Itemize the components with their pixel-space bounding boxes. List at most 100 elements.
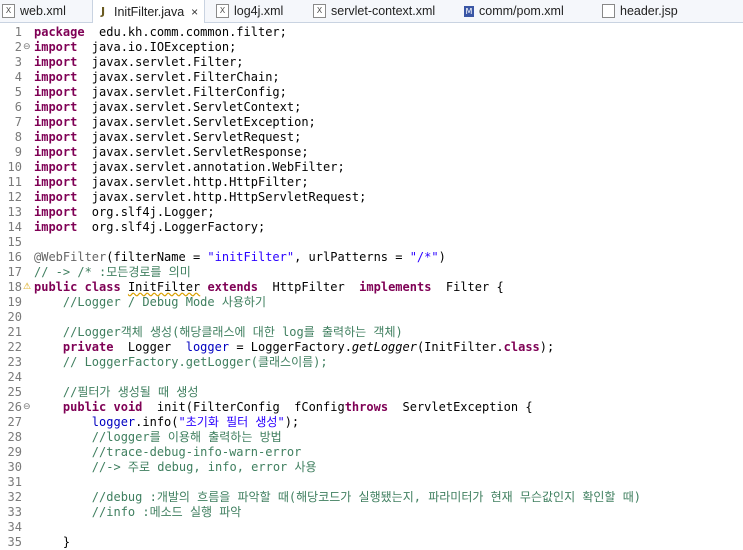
code-text: @WebFilter(filterName = "initFilter", ur… bbox=[34, 250, 446, 265]
code-editor[interactable]: 1 package edu.kh.comm.common.filter; 2 ⊖ imp… bbox=[0, 23, 743, 550]
code-token: import bbox=[34, 115, 78, 129]
code-line[interactable]: 26 ⊖ public void init(FilterConfig fConfi… bbox=[0, 400, 743, 415]
code-line[interactable]: 3 import javax.servlet.Filter; bbox=[0, 55, 743, 70]
maven-pom-icon: M bbox=[464, 5, 474, 17]
tab-label: comm/pom.xml bbox=[479, 4, 564, 18]
code-line[interactable]: 15 bbox=[0, 235, 743, 250]
code-text: import javax.servlet.FilterChain; bbox=[34, 70, 280, 85]
code-line[interactable]: 1 package edu.kh.comm.common.filter; bbox=[0, 25, 743, 40]
line-number: 14 bbox=[7, 220, 22, 234]
code-line[interactable]: 31 bbox=[0, 475, 743, 490]
code-token: "/*" bbox=[409, 250, 439, 264]
code-line[interactable]: 4 import javax.servlet.FilterChain; bbox=[0, 70, 743, 85]
tab-initfilter-java[interactable]: J InitFilter.java × bbox=[92, 0, 206, 23]
code-token: HttpFilter bbox=[258, 280, 360, 294]
fold-collapse-icon[interactable]: ⊖ bbox=[23, 400, 32, 415]
code-line[interactable]: 12 import javax.servlet.http.HttpServletR… bbox=[0, 190, 743, 205]
code-line[interactable]: 30 //-> 주로 debug, info, error 사용 bbox=[0, 460, 743, 475]
code-text: import javax.servlet.ServletResponse; bbox=[34, 145, 309, 160]
code-line[interactable]: 27 logger.info("초기화 필터 생성"); bbox=[0, 415, 743, 430]
code-text: import java.io.IOException; bbox=[34, 40, 236, 55]
code-text: private Logger logger = LoggerFactory.ge… bbox=[34, 340, 554, 355]
code-line[interactable]: 20 bbox=[0, 310, 743, 325]
line-number: 32 bbox=[7, 490, 22, 504]
code-line[interactable]: 6 import javax.servlet.ServletContext; bbox=[0, 100, 743, 115]
code-line[interactable]: 14 import org.slf4j.LoggerFactory; bbox=[0, 220, 743, 235]
code-token: import bbox=[34, 175, 78, 189]
code-token: package bbox=[34, 25, 85, 39]
fold-collapse-icon[interactable]: ⊖ bbox=[23, 40, 32, 55]
line-number: 29 bbox=[7, 445, 22, 459]
code-line[interactable]: 29 //trace-debug-info-warn-error bbox=[0, 445, 743, 460]
code-text: // -> /* :모든경로를 의미 bbox=[34, 265, 191, 280]
code-line[interactable]: 18 ⚠ public class InitFilter extends HttpF… bbox=[0, 280, 743, 295]
line-number: 33 bbox=[7, 505, 22, 519]
line-number: 5 bbox=[14, 85, 22, 99]
code-text: logger.info("초기화 필터 생성"); bbox=[34, 415, 299, 430]
line-number: 35 bbox=[7, 535, 22, 549]
code-line[interactable]: 19 //Logger / Debug Mode 사용하기 bbox=[0, 295, 743, 310]
tab-log4j-xml[interactable]: X log4j.xml bbox=[216, 0, 283, 22]
code-line[interactable]: 22 private Logger logger = LoggerFactory… bbox=[0, 340, 743, 355]
code-text: import javax.servlet.ServletException; bbox=[34, 115, 316, 130]
code-line[interactable]: 34 bbox=[0, 520, 743, 535]
code-line[interactable]: 33 //info :메소드 실행 파악 bbox=[0, 505, 743, 520]
code-line[interactable]: 32 //debug :개발의 흐름을 파악할 때(해당코드가 실행됐는지, 파… bbox=[0, 490, 743, 505]
code-line[interactable]: 35 } bbox=[0, 535, 743, 550]
code-line[interactable]: 25 //필터가 생성될 때 생성 bbox=[0, 385, 743, 400]
code-line[interactable]: 11 import javax.servlet.http.HttpFilter; bbox=[0, 175, 743, 190]
code-token: import bbox=[34, 85, 78, 99]
code-token: javax.servlet.http.HttpServletRequest; bbox=[77, 190, 367, 204]
code-text: import javax.servlet.annotation.WebFilte… bbox=[34, 160, 345, 175]
tab-servlet-context-xml[interactable]: X servlet-context.xml bbox=[313, 0, 435, 22]
code-line[interactable]: 7 import javax.servlet.ServletException; bbox=[0, 115, 743, 130]
code-line[interactable]: 5 import javax.servlet.FilterConfig; bbox=[0, 85, 743, 100]
code-token: //info :메소드 실행 파악 bbox=[91, 505, 242, 519]
code-line[interactable]: 9 import javax.servlet.ServletResponse; bbox=[0, 145, 743, 160]
code-line[interactable]: 28 //logger를 이용해 출력하는 방법 bbox=[0, 430, 743, 445]
code-line[interactable]: 17 // -> /* :모든경로를 의미 bbox=[0, 265, 743, 280]
code-line[interactable]: 16 @WebFilter(filterName = "initFilter", … bbox=[0, 250, 743, 265]
code-text: //-> 주로 debug, info, error 사용 bbox=[34, 460, 317, 475]
code-token: throws bbox=[344, 400, 389, 414]
code-token: //Logger객체 생성(해당클래스에 대한 log를 출력하는 객체) bbox=[62, 325, 403, 339]
code-text: //info :메소드 실행 파악 bbox=[34, 505, 242, 520]
code-token: javax.servlet.ServletContext; bbox=[77, 100, 302, 114]
code-token: // -> /* :모든경로를 의미 bbox=[34, 265, 191, 279]
line-number: 9 bbox=[14, 145, 22, 159]
code-line[interactable]: 13 import org.slf4j.Logger; bbox=[0, 205, 743, 220]
code-line[interactable]: 2 ⊖ import java.io.IOException; bbox=[0, 40, 743, 55]
code-text: import javax.servlet.Filter; bbox=[34, 55, 244, 70]
code-token: import bbox=[34, 145, 78, 159]
code-token: = LoggerFactory. bbox=[229, 340, 352, 354]
tab-label: header.jsp bbox=[620, 4, 678, 18]
code-text: //debug :개발의 흐름을 파악할 때(해당코드가 실행됐는지, 파라미터… bbox=[34, 490, 641, 505]
code-token: "초기화 필터 생성" bbox=[178, 415, 285, 429]
tab-comm-pom-xml[interactable]: M comm/pom.xml bbox=[464, 0, 564, 22]
code-token: public bbox=[34, 280, 78, 294]
code-text: import javax.servlet.http.HttpServletReq… bbox=[34, 190, 366, 205]
code-text: import javax.servlet.ServletContext; bbox=[34, 100, 301, 115]
warning-icon[interactable]: ⚠ bbox=[23, 280, 32, 295]
code-token: fConfig bbox=[294, 400, 345, 414]
code-token: "initFilter" bbox=[207, 250, 295, 264]
code-line[interactable]: 23 // LoggerFactory.getLogger(클래스이름); bbox=[0, 355, 743, 370]
tab-header-jsp[interactable]: header.jsp bbox=[602, 0, 678, 22]
tab-label: web.xml bbox=[20, 4, 66, 18]
tab-web-xml[interactable]: X web.xml bbox=[2, 0, 66, 22]
code-token: javax.servlet.ServletResponse; bbox=[77, 145, 309, 159]
close-icon[interactable]: × bbox=[191, 5, 198, 19]
code-token: javax.servlet.Filter; bbox=[77, 55, 244, 69]
code-line[interactable]: 24 bbox=[0, 370, 743, 385]
code-line[interactable]: 10 import javax.servlet.annotation.WebFil… bbox=[0, 160, 743, 175]
line-number: 8 bbox=[14, 130, 22, 144]
code-line[interactable]: 21 //Logger객체 생성(해당클래스에 대한 log를 출력하는 객체) bbox=[0, 325, 743, 340]
code-line[interactable]: 8 import javax.servlet.ServletRequest; bbox=[0, 130, 743, 145]
code-token: @WebFilter bbox=[34, 250, 107, 264]
line-number: 20 bbox=[7, 310, 22, 324]
